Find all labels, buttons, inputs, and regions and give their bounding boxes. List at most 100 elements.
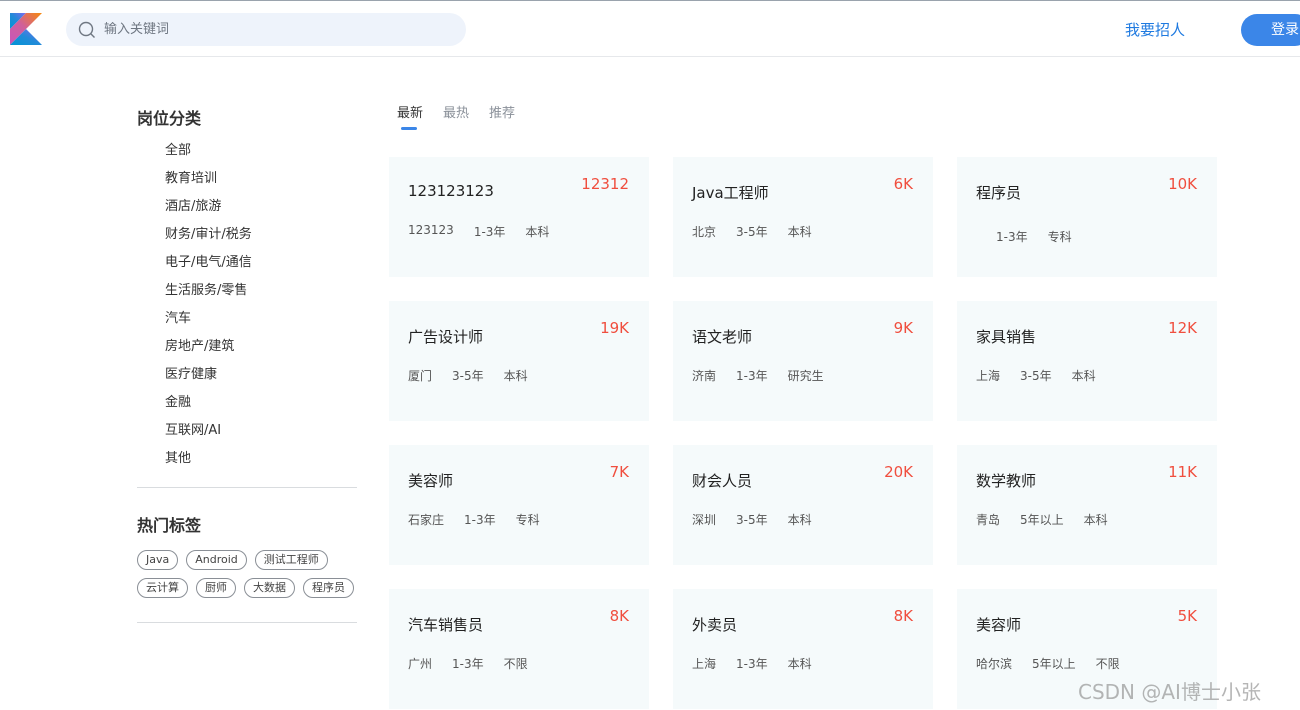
sidebar-divider-bottom bbox=[137, 622, 357, 623]
job-education: 本科 bbox=[1071, 369, 1096, 383]
sidebar-divider bbox=[137, 487, 357, 488]
job-experience: 1-3年 bbox=[464, 513, 496, 527]
tag-cloud-computing[interactable]: 云计算 bbox=[137, 578, 188, 598]
job-card[interactable]: 汽车销售员 8K 广州 1-3年 不限 bbox=[389, 589, 649, 709]
job-title: 财会人员 bbox=[692, 472, 753, 490]
tag-java[interactable]: Java bbox=[137, 550, 179, 570]
job-card[interactable]: 123123123 12312 123123 1-3年 本科 bbox=[389, 157, 649, 277]
job-meta: 厦门 3-5年 本科 bbox=[408, 367, 548, 384]
job-card[interactable]: 程序员 10K 1-3年 专科 bbox=[957, 157, 1217, 277]
kotlin-logo-icon[interactable] bbox=[10, 13, 42, 45]
job-city: 北京 bbox=[692, 225, 717, 239]
tag-android[interactable]: Android bbox=[186, 550, 247, 570]
job-meta: 1-3年 专科 bbox=[976, 228, 1092, 245]
job-experience: 3-5年 bbox=[452, 369, 484, 383]
category-item-healthcare[interactable]: 医疗健康 bbox=[165, 361, 357, 389]
category-item-hotel-travel[interactable]: 酒店/旅游 bbox=[165, 193, 357, 221]
job-title: 外卖员 bbox=[692, 616, 738, 634]
job-card[interactable]: Java工程师 6K 北京 3-5年 本科 bbox=[673, 157, 933, 277]
job-salary: 7K bbox=[609, 463, 629, 481]
job-city: 上海 bbox=[976, 369, 1001, 383]
category-item-real-estate[interactable]: 房地产/建筑 bbox=[165, 333, 357, 361]
job-salary: 12312 bbox=[581, 175, 629, 193]
category-item-other[interactable]: 其他 bbox=[165, 445, 357, 473]
job-education: 本科 bbox=[503, 369, 528, 383]
job-city: 广州 bbox=[408, 657, 433, 671]
job-education: 本科 bbox=[1083, 513, 1108, 527]
category-item-all[interactable]: 全部 bbox=[165, 137, 357, 165]
job-title: 美容师 bbox=[408, 472, 454, 490]
job-city: 青岛 bbox=[976, 513, 1001, 527]
tag-big-data[interactable]: 大数据 bbox=[244, 578, 295, 598]
job-city: 123123 bbox=[408, 223, 454, 237]
job-city: 上海 bbox=[692, 657, 717, 671]
job-city: 石家庄 bbox=[408, 513, 445, 527]
job-card[interactable]: 财会人员 20K 深圳 3-5年 本科 bbox=[673, 445, 933, 565]
job-meta: 上海 1-3年 本科 bbox=[692, 655, 832, 672]
post-job-link[interactable]: 我要招人 bbox=[1125, 19, 1185, 40]
category-item-finance[interactable]: 金融 bbox=[165, 389, 357, 417]
hot-tags-title: 热门标签 bbox=[137, 516, 202, 535]
job-meta: 深圳 3-5年 本科 bbox=[692, 511, 832, 528]
job-salary: 12K bbox=[1168, 319, 1197, 337]
job-title: 美容师 bbox=[976, 616, 1022, 634]
job-salary: 8K bbox=[893, 607, 913, 625]
job-education: 专科 bbox=[1047, 230, 1072, 244]
category-item-finance-audit-tax[interactable]: 财务/审计/税务 bbox=[165, 221, 357, 249]
job-experience: 3-5年 bbox=[736, 225, 768, 239]
job-education: 研究生 bbox=[787, 369, 824, 383]
job-salary: 5K bbox=[1177, 607, 1197, 625]
tab-latest[interactable]: 最新 bbox=[397, 102, 423, 132]
job-meta: 济南 1-3年 研究生 bbox=[692, 367, 844, 384]
job-card[interactable]: 美容师 7K 石家庄 1-3年 专科 bbox=[389, 445, 649, 565]
job-city: 厦门 bbox=[408, 369, 433, 383]
job-experience: 3-5年 bbox=[1020, 369, 1052, 383]
sort-tabs: 最新 最热 推荐 bbox=[397, 102, 535, 132]
job-meta: 上海 3-5年 本科 bbox=[976, 367, 1116, 384]
tag-programmer[interactable]: 程序员 bbox=[303, 578, 354, 598]
search-box[interactable] bbox=[66, 13, 466, 46]
job-education: 本科 bbox=[787, 513, 812, 527]
category-item-automotive[interactable]: 汽车 bbox=[165, 305, 357, 333]
job-education: 本科 bbox=[525, 225, 550, 239]
sidebar: 岗位分类 全部 教育培训 酒店/旅游 财务/审计/税务 电子/电气/通信 生活服… bbox=[137, 105, 357, 623]
job-title: 语文老师 bbox=[692, 328, 753, 346]
search-input[interactable] bbox=[104, 22, 444, 37]
tag-chef[interactable]: 厨师 bbox=[196, 578, 236, 598]
job-city: 济南 bbox=[692, 369, 717, 383]
job-title: 数学教师 bbox=[976, 472, 1037, 490]
job-card[interactable]: 家具销售 12K 上海 3-5年 本科 bbox=[957, 301, 1217, 421]
job-title: Java工程师 bbox=[692, 184, 769, 202]
job-title: 广告设计师 bbox=[408, 328, 484, 346]
category-item-internet-ai[interactable]: 互联网/AI bbox=[165, 417, 357, 445]
job-city: 哈尔滨 bbox=[976, 657, 1013, 671]
category-title: 岗位分类 bbox=[137, 109, 202, 128]
job-card[interactable]: 数学教师 11K 青岛 5年以上 本科 bbox=[957, 445, 1217, 565]
job-salary: 8K bbox=[609, 607, 629, 625]
category-item-education[interactable]: 教育培训 bbox=[165, 165, 357, 193]
job-grid: 123123123 12312 123123 1-3年 本科 Java工程师 6… bbox=[389, 157, 1217, 709]
tab-recommended[interactable]: 推荐 bbox=[489, 102, 515, 132]
job-title: 程序员 bbox=[976, 184, 1022, 202]
category-item-electronics[interactable]: 电子/电气/通信 bbox=[165, 249, 357, 277]
category-list: 全部 教育培训 酒店/旅游 财务/审计/税务 电子/电气/通信 生活服务/零售 … bbox=[137, 137, 357, 473]
job-title: 家具销售 bbox=[976, 328, 1037, 346]
category-item-services-retail[interactable]: 生活服务/零售 bbox=[165, 277, 357, 305]
login-button[interactable]: 登录 bbox=[1241, 14, 1300, 46]
job-meta: 北京 3-5年 本科 bbox=[692, 223, 832, 240]
job-city: 深圳 bbox=[692, 513, 717, 527]
job-education: 本科 bbox=[787, 657, 812, 671]
job-experience: 1-3年 bbox=[473, 225, 506, 239]
job-salary: 19K bbox=[600, 319, 629, 337]
job-salary: 10K bbox=[1168, 175, 1197, 193]
job-experience: 5年以上 bbox=[1020, 513, 1064, 527]
job-meta: 哈尔滨 5年以上 不限 bbox=[976, 655, 1140, 672]
job-card[interactable]: 外卖员 8K 上海 1-3年 本科 bbox=[673, 589, 933, 709]
job-card[interactable]: 广告设计师 19K 厦门 3-5年 本科 bbox=[389, 301, 649, 421]
top-header: 我要招人 登录 bbox=[0, 0, 1300, 57]
job-experience: 3-5年 bbox=[736, 513, 768, 527]
job-card[interactable]: 语文老师 9K 济南 1-3年 研究生 bbox=[673, 301, 933, 421]
tab-hottest[interactable]: 最热 bbox=[443, 102, 469, 132]
job-salary: 11K bbox=[1168, 463, 1197, 481]
tag-test-engineer[interactable]: 测试工程师 bbox=[254, 550, 328, 570]
